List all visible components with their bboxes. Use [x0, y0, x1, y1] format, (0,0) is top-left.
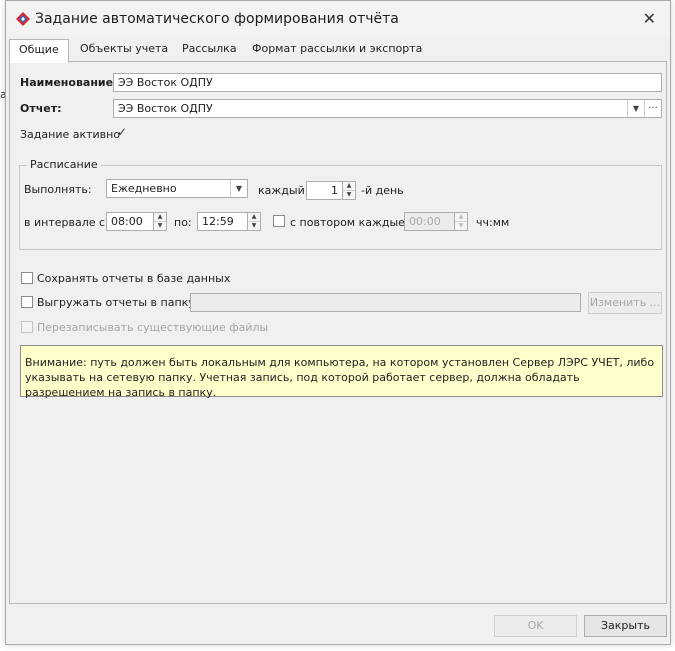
change-folder-button[interactable]: Изменить ... [588, 292, 662, 314]
run-frequency-value: Ежедневно [111, 182, 177, 195]
stepper-down-icon[interactable]: ▼ [343, 191, 355, 199]
interval-from-input[interactable]: 08:00 [106, 212, 154, 231]
window-title: Задание автоматического формирования отч… [35, 11, 399, 27]
title-bar: Задание автоматического формирования отч… [6, 1, 670, 35]
dialog-window: Задание автоматического формирования отч… [5, 0, 671, 645]
interval-to-input[interactable]: 12:59 [197, 212, 248, 231]
close-icon[interactable]: ✕ [643, 9, 656, 28]
repeat-label: с повтором каждые: [290, 216, 409, 229]
chevron-down-icon[interactable]: ▼ [627, 100, 644, 117]
export-folder-label: Выгружать отчеты в папку: [37, 296, 199, 309]
save-db-checkbox[interactable] [21, 272, 33, 284]
report-label: Отчет: [20, 102, 62, 115]
stepper-down-icon[interactable]: ▼ [455, 222, 467, 230]
repeat-interval-input[interactable]: 00:00 [404, 212, 455, 231]
day-suffix-label: -й день [361, 184, 404, 197]
tab-mailing[interactable]: Рассылка [173, 39, 246, 61]
every-label: каждый [258, 184, 305, 197]
report-select-value: ЭЭ Восток ОДПУ [118, 102, 213, 115]
tab-mailing-format[interactable]: Формат рассылки и экспорта [243, 39, 431, 61]
close-button[interactable]: Закрыть [584, 615, 667, 637]
active-checkbox-checkmark-icon[interactable]: ✓ [117, 125, 127, 139]
tab-general[interactable]: Общие [9, 39, 69, 63]
active-label: Задание активно [20, 128, 121, 141]
every-day-stepper[interactable]: ▲ ▼ [342, 181, 356, 200]
repeat-unit-label: чч:мм [476, 216, 510, 229]
export-folder-checkbox[interactable] [21, 296, 33, 308]
overwrite-checkbox[interactable] [21, 321, 33, 333]
stepper-down-icon[interactable]: ▼ [248, 222, 260, 230]
interval-to-stepper[interactable]: ▲ ▼ [247, 212, 261, 231]
report-browse-button[interactable]: ··· [644, 100, 661, 117]
schedule-group-title: Расписание [27, 158, 101, 171]
run-label: Выполнять: [24, 183, 92, 196]
export-path-input[interactable] [190, 293, 581, 312]
tab-page-general: Наименование: ЭЭ Восток ОДПУ Отчет: ЭЭ В… [9, 61, 667, 604]
repeat-checkbox[interactable] [273, 215, 285, 227]
interval-to-label: по: [174, 216, 192, 229]
interval-from-stepper[interactable]: ▲ ▼ [153, 212, 167, 231]
stepper-up-icon[interactable]: ▲ [154, 213, 166, 222]
report-select[interactable]: ЭЭ Восток ОДПУ ▼ ··· [113, 99, 662, 118]
warning-notice: Внимание: путь должен быть локальным для… [20, 345, 663, 399]
name-label: Наименование: [20, 76, 118, 89]
stepper-up-icon[interactable]: ▲ [343, 182, 355, 191]
every-day-input[interactable]: 1 [306, 181, 343, 200]
ok-button[interactable]: OK [494, 615, 577, 637]
overwrite-label: Перезаписывать существующие файлы [37, 321, 269, 334]
interval-label: в интервале с: [24, 216, 109, 229]
stepper-up-icon[interactable]: ▲ [248, 213, 260, 222]
run-frequency-select[interactable]: Ежедневно ▼ [106, 179, 248, 198]
tab-accounting-objects[interactable]: Объекты учета [71, 39, 177, 61]
schedule-group: Расписание Выполнять: Ежедневно ▼ каждый… [19, 158, 662, 250]
repeat-interval-stepper[interactable]: ▲ ▼ [454, 212, 468, 231]
save-db-label: Сохранять отчеты в базе данных [37, 272, 231, 285]
chevron-down-icon[interactable]: ▼ [230, 180, 247, 197]
stepper-up-icon[interactable]: ▲ [455, 213, 467, 222]
diamond-logo-icon [16, 12, 30, 26]
stepper-down-icon[interactable]: ▼ [154, 222, 166, 230]
name-input[interactable]: ЭЭ Восток ОДПУ [113, 73, 662, 92]
